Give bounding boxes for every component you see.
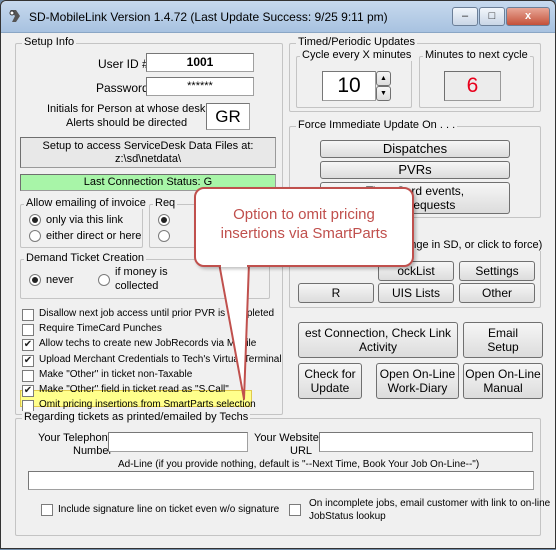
callout-pointer — [218, 262, 250, 400]
callout-line1: Option to omit pricing — [233, 206, 375, 223]
app-window: SD-MobileLink Version 1.4.72 (Last Updat… — [0, 0, 556, 549]
callout-line2: insertions via SmartParts — [220, 225, 388, 242]
callout-box: Option to omit pricing insertions via Sm… — [194, 187, 414, 267]
